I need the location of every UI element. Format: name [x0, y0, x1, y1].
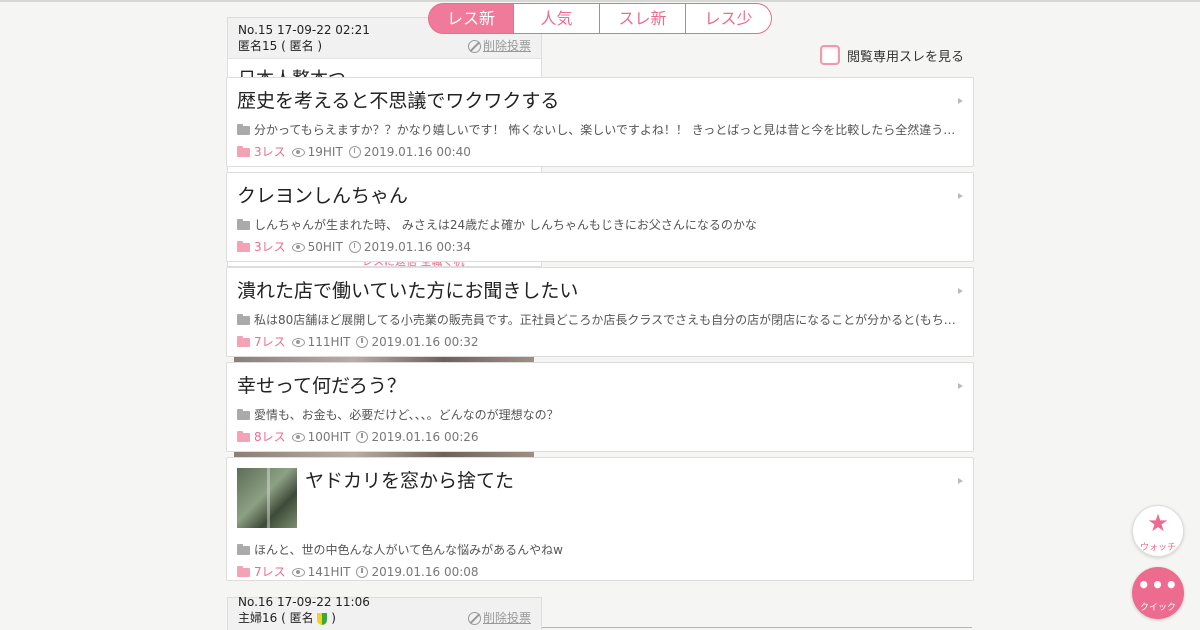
thread-date: 2019.01.16 00:34	[363, 240, 471, 254]
delete-vote-label: 削除投票	[482, 39, 531, 53]
tab-res-few[interactable]: レス少	[686, 3, 772, 34]
thread-date: 2019.01.16 00:32	[371, 335, 479, 349]
eye-icon	[291, 242, 305, 252]
quick-label: クイック	[1139, 603, 1176, 613]
thread-excerpt: 分かってもらえますか？？かなり嬉しいです！ 怖くないし、楽しいですよね！！ きっ…	[237, 122, 963, 138]
res-count: 7レス	[254, 565, 286, 579]
comment-card-16: No.16 17-09-22 11:06 主婦16 ( 匿名 ) 削除投票	[227, 595, 542, 630]
excerpt-text: しんちゃんが生まれた時、 みさえは24歳だよ確か しんちゃんもじきにお父さんにな…	[254, 218, 757, 232]
res-count: 3レス	[254, 240, 286, 254]
thread-meta: 3レス 19HIT 2019.01.16 00:40	[237, 144, 963, 160]
folder-icon	[237, 430, 250, 442]
eye-icon	[291, 337, 305, 347]
eye-icon	[291, 432, 305, 442]
chevron-right-icon	[958, 478, 963, 484]
hit-count: 141HIT	[307, 565, 351, 579]
thread-date: 2019.01.16 00:08	[371, 565, 479, 579]
view-only-toggle[interactable]: 閲覧専用スレを見る	[820, 45, 964, 65]
comment-text: 日本人整本つ	[228, 59, 541, 77]
chevron-right-icon	[958, 98, 963, 104]
thread-date: 2019.01.16 00:40	[363, 145, 471, 159]
thread-excerpt: 私は80店舗ほど展開してる小売業の販売員です。正社員どころか店長クラスでさえも自…	[237, 312, 963, 328]
hit-count: 111HIT	[307, 335, 351, 349]
excerpt-text: 愛情も、お金も、必要だけど、、、。どんなのが理想なの？	[254, 408, 559, 422]
star-icon: ★	[1147, 509, 1169, 537]
comment-author-name: 主婦16 ( 匿名	[238, 611, 314, 625]
folder-icon	[237, 313, 250, 325]
comment-header: No.16 17-09-22 11:06 主婦16 ( 匿名 ) 削除投票	[228, 595, 541, 630]
thread-card[interactable]: ヤドカリを窓から捨てた ほんと、世の中色んな人がいて色んな悩みがあるんやねw 7…	[226, 457, 974, 581]
folder-icon	[237, 240, 250, 252]
delete-vote-link[interactable]: 削除投票	[467, 610, 531, 626]
sort-tabs: レス新 人気 スレ新 レス少	[428, 3, 772, 34]
thread-meta: 7レス 111HIT 2019.01.16 00:32	[237, 334, 963, 350]
clock-icon	[348, 241, 361, 253]
excerpt-text: 分かってもらえますか？？かなり嬉しいです！ 怖くないし、楽しいですよね！！ きっ…	[254, 123, 963, 137]
thread-meta: 7レス 141HIT 2019.01.16 00:08	[237, 564, 963, 580]
thread-meta: 3レス 50HIT 2019.01.16 00:34	[237, 239, 963, 255]
eye-icon	[291, 567, 305, 577]
folder-icon	[237, 565, 250, 577]
view-only-label: 閲覧専用スレを見る	[847, 49, 965, 65]
watch-button[interactable]: ★ ウォッチ	[1132, 505, 1184, 557]
res-count: 3レス	[254, 145, 286, 159]
thread-title[interactable]: 歴史を考えると不思議でワクワクする	[237, 88, 963, 114]
clock-icon	[356, 336, 369, 348]
prohibit-icon	[467, 39, 481, 53]
clock-icon	[348, 146, 361, 158]
folder-icon	[237, 408, 250, 420]
dots-icon: •••	[1137, 573, 1179, 597]
folder-icon	[237, 543, 250, 555]
thread-title[interactable]: クレヨンしんちゃん	[237, 183, 963, 209]
quick-button[interactable]: ••• クイック	[1132, 567, 1184, 619]
eye-icon	[291, 147, 305, 157]
thread-excerpt: ほんと、世の中色んな人がいて色んな悩みがあるんやねw	[237, 542, 963, 558]
tab-popular[interactable]: 人気	[514, 3, 600, 34]
chevron-right-icon	[958, 383, 963, 389]
tab-thread-new[interactable]: スレ新	[600, 3, 686, 34]
delete-vote-link[interactable]: 削除投票	[467, 38, 531, 54]
thread-thumbnail[interactable]	[237, 468, 297, 528]
folder-icon	[237, 218, 250, 230]
thread-title[interactable]: 幸せって何だろう？	[237, 373, 963, 399]
thread-excerpt: 愛情も、お金も、必要だけど、、、。どんなのが理想なの？	[237, 407, 963, 423]
watch-label: ウォッチ	[1139, 543, 1176, 553]
prohibit-icon	[467, 611, 481, 625]
tab-res-new[interactable]: レス新	[428, 3, 514, 34]
hit-count: 19HIT	[307, 145, 343, 159]
thread-card[interactable]: 歴史を考えると不思議でワクワクする 分かってもらえますか？？かなり嬉しいです！ …	[226, 77, 974, 167]
excerpt-text: ほんと、世の中色んな人がいて色んな悩みがあるんやねw	[254, 543, 563, 557]
thread-title[interactable]: ヤドカリを窓から捨てた	[305, 468, 963, 494]
top-border	[0, 0, 1200, 2]
comment-number: No.16 17-09-22 11:06	[238, 595, 370, 609]
thread-date: 2019.01.16 00:26	[371, 430, 479, 444]
thread-meta: 8レス 100HIT 2019.01.16 00:26	[237, 429, 963, 445]
clock-icon	[356, 566, 369, 578]
hit-count: 100HIT	[307, 430, 351, 444]
comment-author-suffix: )	[327, 611, 336, 625]
thread-card[interactable]: 潰れた店で働いていた方にお聞きしたい 私は80店舗ほど展開してる小売業の販売員で…	[226, 267, 974, 357]
beginner-mark-icon	[317, 612, 328, 625]
thread-title[interactable]: 潰れた店で働いていた方にお聞きしたい	[237, 278, 963, 304]
folder-icon	[237, 145, 250, 157]
thread-card[interactable]: クレヨンしんちゃん しんちゃんが生まれた時、 みさえは24歳だよ確か しんちゃん…	[226, 172, 974, 262]
folder-icon	[237, 335, 250, 347]
chevron-right-icon	[958, 193, 963, 199]
view-only-checkbox[interactable]	[820, 45, 840, 65]
thread-excerpt: しんちゃんが生まれた時、 みさえは24歳だよ確か しんちゃんもじきにお父さんにな…	[237, 217, 963, 233]
res-count: 7レス	[254, 335, 286, 349]
chevron-right-icon	[958, 288, 963, 294]
delete-vote-label: 削除投票	[482, 611, 531, 625]
hit-count: 50HIT	[307, 240, 343, 254]
res-count: 8レス	[254, 430, 286, 444]
clock-icon	[356, 431, 369, 443]
excerpt-text: 私は80店舗ほど展開してる小売業の販売員です。正社員どころか店長クラスでさえも自…	[254, 313, 963, 327]
folder-icon	[237, 123, 250, 135]
thread-card[interactable]: 幸せって何だろう？ 愛情も、お金も、必要だけど、、、。どんなのが理想なの？ 8レ…	[226, 362, 974, 452]
